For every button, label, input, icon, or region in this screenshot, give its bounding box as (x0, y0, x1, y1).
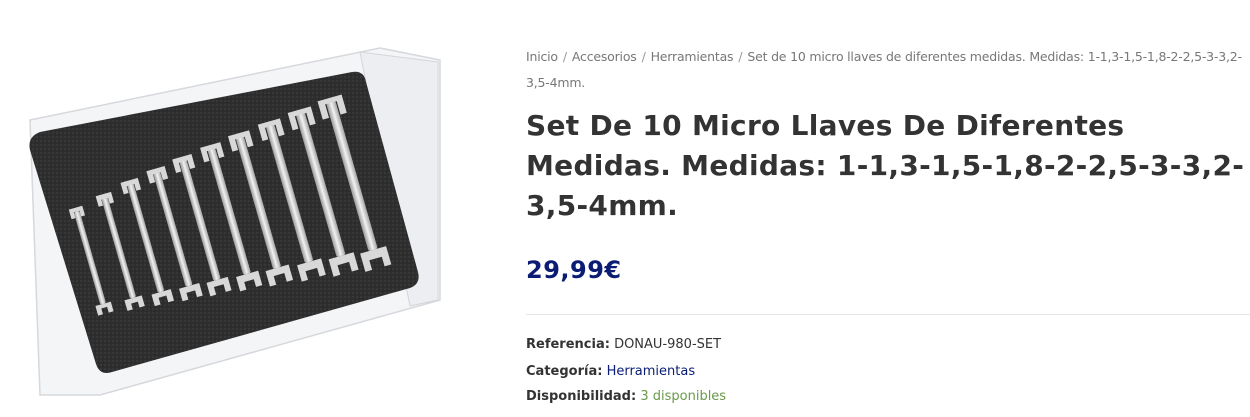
product-meta: Referencia: DONAU-980-SET Categoría: Her… (526, 331, 1250, 385)
breadcrumb-link-herramientas[interactable]: Herramientas (651, 49, 734, 64)
product-summary: Inicio / Accesorios / Herramientas / Set de 10… (526, 44, 1250, 385)
product-title: Set De 10 Micro Llaves De Diferentes Med… (526, 109, 1245, 222)
sku-label: Referencia: (526, 337, 610, 352)
category-link[interactable]: Herramientas (607, 364, 696, 379)
breadcrumb-separator: / (562, 49, 567, 64)
wrench-set-image (29, 47, 441, 396)
breadcrumb-separator: / (641, 49, 646, 64)
sku-row: Referencia: DONAU-980-SET (526, 331, 1250, 358)
breadcrumb: Inicio / Accesorios / Herramientas / Set de 10… (526, 44, 1250, 96)
product-image[interactable] (0, 0, 460, 417)
category-row: Categoría: Herramientas (526, 358, 1250, 385)
category-label: Categoría: (526, 364, 603, 379)
stock-row: Disponibilidad: 3 disponibles (526, 389, 726, 404)
breadcrumb-link-accesorios[interactable]: Accesorios (572, 49, 637, 64)
product-price: 29,99€ (526, 256, 622, 284)
divider (526, 314, 1250, 315)
breadcrumb-link-inicio[interactable]: Inicio (526, 49, 558, 64)
sku-value: DONAU-980-SET (614, 337, 722, 352)
stock-status: 3 disponibles (640, 389, 727, 404)
stock-label: Disponibilidad: (526, 389, 637, 404)
breadcrumb-separator: / (738, 49, 743, 64)
